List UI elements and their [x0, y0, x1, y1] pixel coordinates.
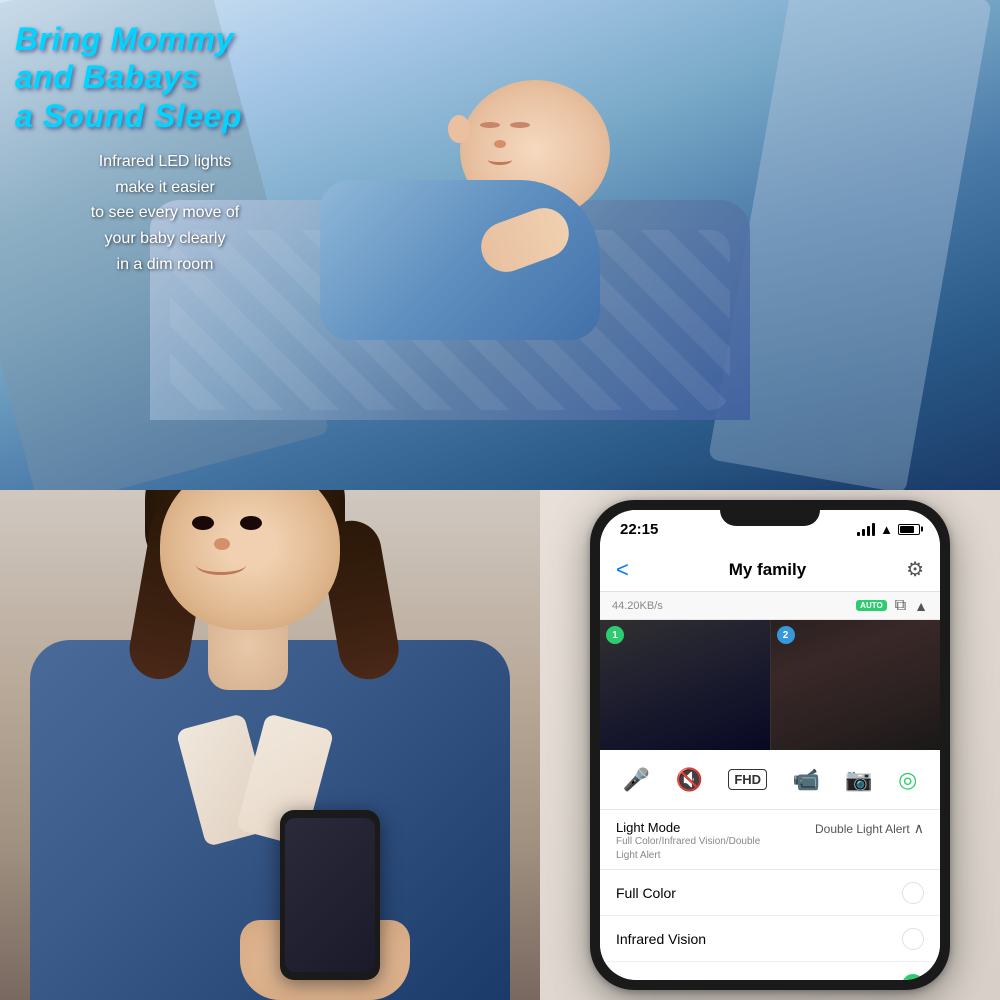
signal-bar-1 [857, 532, 860, 536]
baby-mouth [488, 155, 512, 165]
microphone-button[interactable]: 🎤 [623, 767, 650, 793]
headline-line1: Bring Mommy [15, 20, 315, 58]
speed-icons: AUTO ⧉ ▲ [856, 597, 928, 615]
option-infrared-label: Infrared Vision [616, 931, 706, 947]
light-mode-subtitle: Full Color/Infrared Vision/DoubleLight A… [616, 835, 807, 863]
wifi-icon: ▲ [880, 522, 893, 537]
snapshot-button[interactable]: 📷 [845, 767, 872, 793]
battery-icon [898, 524, 920, 535]
subtitle-text: Infrared LED lightsmake it easierto see … [15, 149, 315, 277]
phone-in-hand [280, 810, 380, 980]
phone-notch [720, 500, 820, 526]
headline-line3: a Sound Sleep [15, 97, 315, 135]
baby-eye-left [480, 122, 500, 128]
signal-icon [857, 522, 875, 536]
video-record-button[interactable]: 📹 [792, 767, 819, 793]
woman-smile [196, 555, 246, 575]
signal-bar-3 [867, 526, 870, 536]
wifi-status-icon: ▲ [914, 598, 928, 614]
back-button[interactable]: < [616, 557, 629, 583]
woman-photo [0, 490, 540, 1000]
camera-feed-1-image [600, 620, 770, 750]
woman-nose [214, 538, 230, 550]
signal-bar-4 [872, 523, 875, 536]
baby-eye-right [510, 122, 530, 128]
baby-ear [448, 115, 470, 143]
signal-bar-2 [862, 529, 865, 536]
mute-button[interactable]: 🔇 [676, 767, 703, 793]
light-mode-selected[interactable]: Double Light Alert ∧ [815, 820, 924, 837]
light-mode-section: Light Mode Full Color/Infrared Vision/Do… [600, 810, 940, 870]
battery-fill [900, 526, 914, 533]
headline: Bring Mommy and Babays a Sound Sleep [15, 20, 315, 135]
woman-eye-left [192, 516, 214, 530]
light-mode-info: Light Mode Full Color/Infrared Vision/Do… [616, 820, 807, 863]
settings-gear-icon[interactable]: ⚙ [906, 557, 924, 582]
option-double-light-check: ✓ [902, 974, 924, 981]
settings-wheel-button[interactable]: ◎ [898, 767, 917, 793]
status-time: 22:15 [620, 521, 658, 538]
camera-2-badge: 2 [777, 626, 795, 644]
control-bar: 🎤 🔇 FHD 📹 📷 ◎ [600, 750, 940, 810]
headline-line2: and Babays [15, 58, 315, 96]
camera-1-badge: 1 [606, 626, 624, 644]
option-infrared-check [902, 928, 924, 950]
speed-text: 44.20KB/s [612, 600, 663, 612]
options-list: Full Color Infrared Vision Double Light … [600, 870, 940, 980]
option-full-color-check [902, 882, 924, 904]
light-mode-header: Light Mode Full Color/Infrared Vision/Do… [600, 810, 940, 870]
phone-mini-screen [285, 818, 375, 972]
auto-badge[interactable]: AUTO [856, 600, 887, 611]
speed-bar: 44.20KB/s AUTO ⧉ ▲ [600, 592, 940, 620]
light-mode-title: Light Mode [616, 820, 807, 835]
camera-grid: 1 2 [600, 620, 940, 750]
phone-mockup-area: 22:15 ▲ [540, 490, 1000, 1000]
camera-feed-1[interactable]: 1 [600, 620, 771, 750]
nav-title: My family [729, 560, 806, 580]
baby-body [320, 180, 600, 340]
status-icons: ▲ [857, 522, 920, 537]
option-infrared-vision[interactable]: Infrared Vision [600, 916, 940, 962]
phone-screen: 22:15 ▲ [600, 510, 940, 980]
bottom-section: 22:15 ▲ [0, 490, 1000, 1000]
top-section: Bring Mommy and Babays a Sound Sleep Inf… [0, 0, 1000, 490]
canopy-right [708, 0, 992, 490]
chevron-up-icon: ∧ [914, 820, 924, 837]
woman-head [160, 490, 340, 630]
selected-mode-label: Double Light Alert [815, 822, 910, 836]
main-container: Bring Mommy and Babays a Sound Sleep Inf… [0, 0, 1000, 1000]
baby-nose [494, 140, 506, 148]
option-double-light[interactable]: Double Light Alert ✓ [600, 962, 940, 980]
fhd-quality-button[interactable]: FHD [728, 769, 767, 790]
text-overlay: Bring Mommy and Babays a Sound Sleep Inf… [15, 20, 315, 277]
app-nav-bar: < My family ⚙ [600, 548, 940, 592]
pip-icon[interactable]: ⧉ [895, 597, 906, 615]
option-double-light-label: Double Light Alert [616, 977, 727, 981]
camera-feed-2[interactable]: 2 [771, 620, 941, 750]
option-full-color[interactable]: Full Color [600, 870, 940, 916]
option-full-color-label: Full Color [616, 885, 676, 901]
woman-eye-right [240, 516, 262, 530]
phone-device: 22:15 ▲ [590, 500, 950, 990]
camera-feed-2-image [771, 620, 941, 750]
